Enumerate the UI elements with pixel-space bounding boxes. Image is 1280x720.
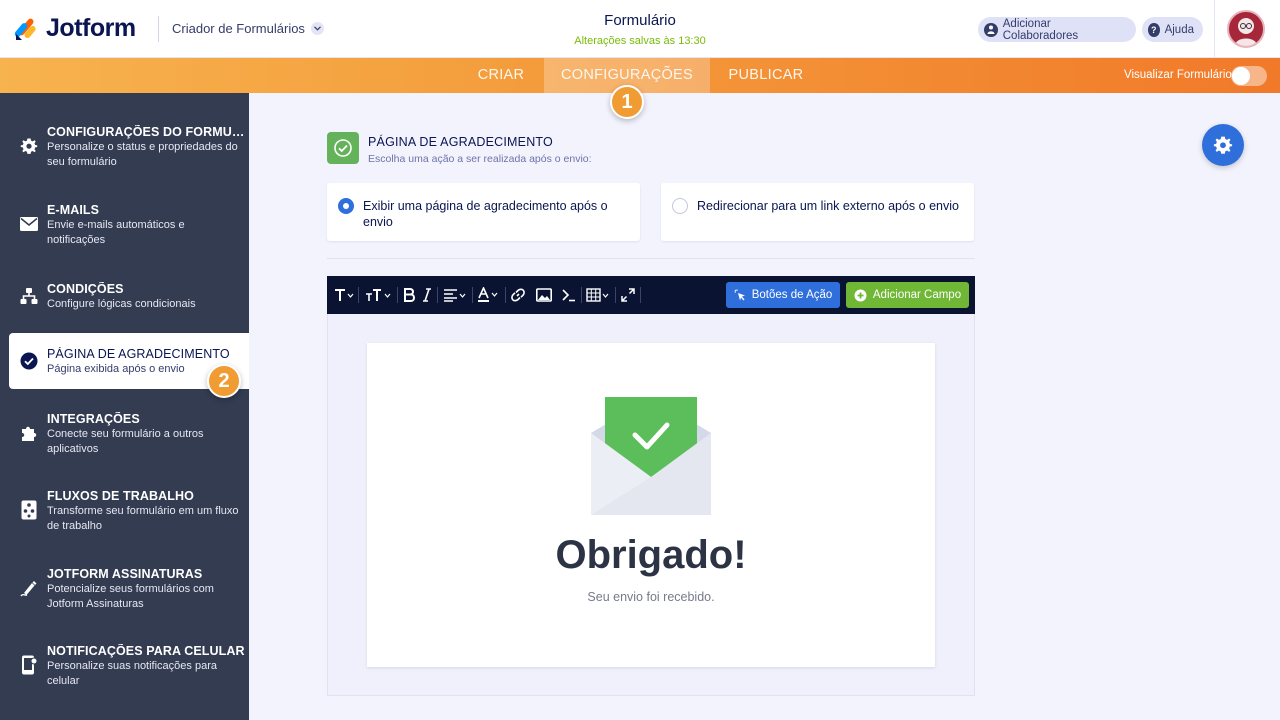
preview-form-toggle[interactable] <box>1231 66 1267 86</box>
text-color-button[interactable] <box>477 286 501 304</box>
action-buttons-label: Botões de Ação <box>751 289 833 301</box>
thank-you-subtitle[interactable]: Seu envio foi recebido. <box>367 590 935 604</box>
saved-status: Alterações salvas às 13:30 <box>574 35 706 47</box>
divider <box>327 258 975 259</box>
code-icon[interactable] <box>561 286 577 304</box>
toolbar-separator <box>437 287 438 303</box>
add-collaborators-label: Adicionar Colaboradores <box>1002 17 1079 42</box>
check-circle-icon <box>19 351 39 371</box>
envelope-icon <box>19 214 39 234</box>
bold-button[interactable] <box>402 286 416 304</box>
sidebar-item-title: JOTFORM ASSINATURAS <box>47 567 203 581</box>
radio-redirect-external[interactable] <box>672 198 688 214</box>
thank-you-preview-card[interactable] <box>367 343 935 667</box>
sidebar-item-desc: Personalize o status e propriedades do s… <box>47 141 238 168</box>
sidebar-item-form-settings[interactable]: CONFIGURAÇÕES DO FORMULÁRIO Personalize … <box>0 115 249 181</box>
toolbar-separator <box>640 287 641 303</box>
sidebar-item-title: PÁGINA DE AGRADECIMENTO <box>47 347 230 361</box>
toggle-knob <box>1232 67 1250 85</box>
fullscreen-icon[interactable] <box>620 286 636 304</box>
sidebar-item-sign[interactable]: JOTFORM ASSINATURAS Potencialize seus fo… <box>0 557 249 623</box>
sidebar-item-integrations[interactable]: INTEGRAÇÕES Conecte seu formulário a out… <box>0 402 249 468</box>
jotform-logo[interactable]: Jotform <box>14 14 136 43</box>
italic-button[interactable] <box>422 286 432 304</box>
puzzle-icon <box>19 423 39 443</box>
logo-divider <box>158 16 159 42</box>
sidebar-item-workflows[interactable]: FLUXOS DE TRABALHO Transforme seu formul… <box>0 479 249 545</box>
header-separator <box>1214 0 1215 58</box>
check-icon <box>327 132 359 164</box>
action-buttons-button[interactable]: Botões de Ação <box>726 282 840 308</box>
sidebar-item-desc: Configure lógicas condicionais <box>47 298 196 310</box>
thank-you-title[interactable]: Obrigado! <box>367 533 935 578</box>
form-title[interactable]: Formulário <box>540 12 740 29</box>
sidebar-item-emails[interactable]: E-MAILS Envie e-mails automáticos e noti… <box>0 193 249 259</box>
workflow-icon <box>19 500 39 520</box>
option-label: Redirecionar para um link externo após o… <box>697 199 959 213</box>
avatar[interactable] <box>1227 10 1265 48</box>
top-bar: Jotform Criador de Formulários Formulári… <box>0 0 1280 58</box>
font-family-button[interactable] <box>334 286 354 304</box>
preview-form-label: Visualizar Formulário <box>1124 69 1232 81</box>
builder-dropdown[interactable]: Criador de Formulários <box>172 21 324 36</box>
jotform-logo-icon <box>14 18 36 40</box>
settings-fab-button[interactable] <box>1202 124 1244 166</box>
sidebar-item-title: CONFIGURAÇÕES DO FORMULÁRIO <box>47 125 245 139</box>
help-button[interactable]: ? Ajuda <box>1142 17 1203 42</box>
plus-circle-icon <box>854 289 867 302</box>
cursor-click-icon <box>734 289 746 301</box>
section-subtitle: Escolha uma ação a ser realizada após o … <box>368 153 592 165</box>
tab-criar[interactable]: CRIAR <box>466 58 536 93</box>
add-field-label: Adicionar Campo <box>872 289 962 301</box>
toolbar-separator <box>397 287 398 303</box>
sidebar-item-desc: Conecte seu formulário a outros aplicati… <box>47 428 204 455</box>
sidebar-item-desc: Envie e-mails automáticos e notificações <box>47 219 185 246</box>
logo-text: Jotform <box>46 14 136 42</box>
tab-publicar[interactable]: PUBLICAR <box>718 58 814 93</box>
link-icon[interactable] <box>510 286 526 304</box>
sidebar-item-title: FLUXOS DE TRABALHO <box>47 489 194 503</box>
builder-dropdown-label: Criador de Formulários <box>172 21 305 36</box>
sidebar-item-title: NOTIFICAÇÕES PARA CELULAR <box>47 644 245 658</box>
help-label: Ajuda <box>1164 23 1194 36</box>
signature-icon <box>19 578 39 598</box>
mobile-icon <box>19 655 39 675</box>
chevron-down-icon <box>310 22 324 35</box>
main-nav: CRIAR CONFIGURAÇÕES PUBLICAR Visualizar … <box>0 58 1280 93</box>
gear-icon <box>19 136 39 156</box>
question-icon: ? <box>1148 22 1160 37</box>
sidebar-item-mobile-notifications[interactable]: NOTIFICAÇÕES PARA CELULAR Personalize su… <box>0 634 249 700</box>
gear-icon <box>1213 135 1233 155</box>
option-label: Exibir uma página de agradecimento após … <box>363 199 608 229</box>
toolbar-separator <box>581 287 582 303</box>
sidebar-item-desc: Personalize suas notificações para celul… <box>47 660 217 687</box>
sidebar-item-conditions[interactable]: CONDIÇÕES Configure lógicas condicionais <box>0 272 249 338</box>
align-button[interactable] <box>443 286 469 304</box>
section-title: PÁGINA DE AGRADECIMENTO <box>368 135 553 149</box>
option-show-thank-you[interactable]: Exibir uma página de agradecimento após … <box>327 183 640 241</box>
option-redirect-external[interactable]: Redirecionar para um link externo após o… <box>661 183 974 241</box>
font-size-button[interactable] <box>365 286 393 304</box>
image-icon[interactable] <box>535 286 553 304</box>
radio-show-thank-you[interactable] <box>338 198 354 214</box>
toolbar-separator <box>358 287 359 303</box>
step-badge-1: 1 <box>610 85 644 119</box>
envelope-check-illustration <box>591 397 711 515</box>
table-icon[interactable] <box>586 286 612 304</box>
user-icon <box>984 22 998 37</box>
sidebar-item-title: CONDIÇÕES <box>47 282 124 296</box>
sitemap-icon <box>19 286 39 306</box>
sidebar-item-desc: Transforme seu formulário em um fluxo de… <box>47 505 239 532</box>
add-collaborators-button[interactable]: Adicionar Colaboradores <box>978 17 1136 42</box>
toolbar-separator <box>505 287 506 303</box>
add-field-button[interactable]: Adicionar Campo <box>846 282 969 308</box>
toolbar-separator <box>615 287 616 303</box>
sidebar-item-title: INTEGRAÇÕES <box>47 412 140 426</box>
sidebar-item-title: E-MAILS <box>47 203 100 217</box>
sidebar-item-desc: Potencialize seus formulários com Jotfor… <box>47 583 214 610</box>
step-badge-2: 2 <box>207 364 241 398</box>
toolbar-separator <box>472 287 473 303</box>
